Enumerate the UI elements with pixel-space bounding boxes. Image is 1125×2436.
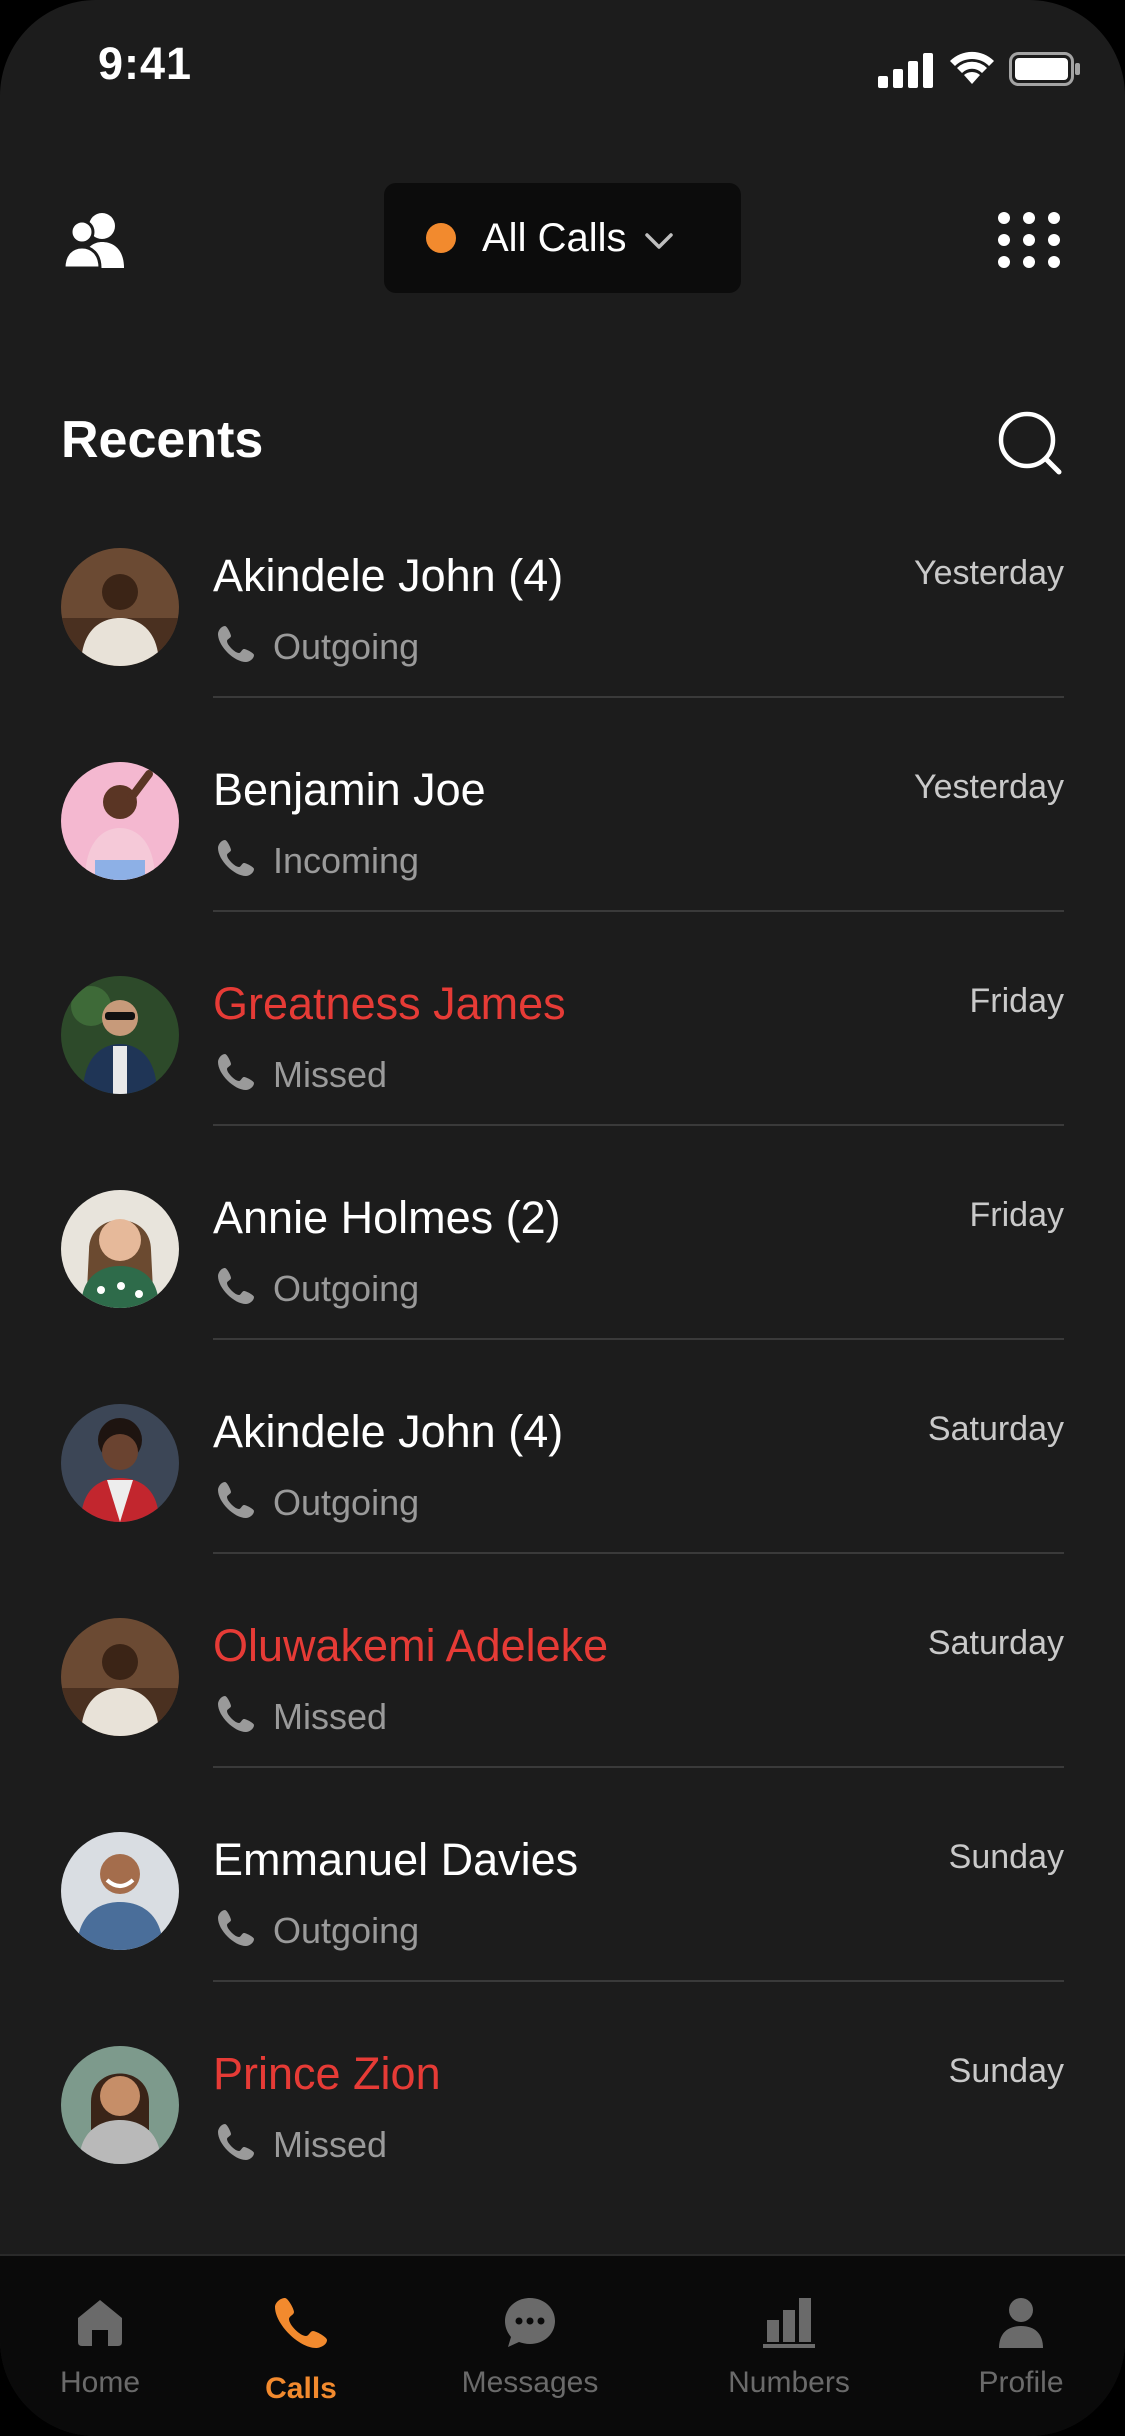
phone-icon <box>275 2298 327 2348</box>
call-time: Yesterday <box>914 768 1064 806</box>
dialpad-grid-icon[interactable] <box>996 210 1072 270</box>
chevron-down-icon <box>645 233 674 249</box>
call-type: Outgoing <box>273 1482 420 1523</box>
filter-status-dot <box>426 223 456 253</box>
call-type: Missed <box>273 1696 388 1737</box>
call-type: Outgoing <box>273 626 420 667</box>
call-time: Friday <box>969 982 1064 1020</box>
tab-numbers[interactable]: Numbers <box>699 2256 879 2406</box>
caller-name: Annie Holmes (2) <box>213 1192 561 1243</box>
tab-label: Numbers <box>728 2366 850 2399</box>
call-time: Friday <box>969 1196 1064 1234</box>
row-divider <box>213 1552 1064 1554</box>
call-row[interactable]: Prince Zion Sunday Missed <box>0 2046 1125 2260</box>
signal-icon <box>878 53 933 88</box>
search-icon[interactable] <box>997 410 1063 476</box>
call-row[interactable]: Akindele John (4) Yesterday Outgoing <box>0 548 1125 762</box>
battery-icon <box>1009 52 1080 86</box>
recents-title: Recents <box>61 411 264 469</box>
caller-name: Benjamin Joe <box>213 764 486 815</box>
caller-name: Akindele John (4) <box>213 550 564 601</box>
caller-name: Prince Zion <box>213 2048 441 2099</box>
call-time: Yesterday <box>914 554 1064 592</box>
row-divider <box>213 1980 1064 1982</box>
wifi-icon <box>950 51 994 84</box>
tab-messages[interactable]: Messages <box>440 2256 620 2406</box>
phone-icon <box>218 840 254 876</box>
row-divider <box>213 1766 1064 1768</box>
avatar <box>61 1618 179 1736</box>
tab-profile[interactable]: Profile <box>931 2256 1111 2406</box>
call-type: Outgoing <box>273 1910 420 1951</box>
call-row[interactable]: Emmanuel Davies Sunday Outgoing <box>0 1832 1125 2046</box>
person-icon <box>999 2298 1043 2348</box>
bar-chart-icon <box>763 2298 815 2348</box>
call-row[interactable]: Benjamin Joe Yesterday Incoming <box>0 762 1125 976</box>
call-row[interactable]: Akindele John (4) Saturday Outgoing <box>0 1404 1125 1618</box>
call-filter-dropdown[interactable]: All Calls <box>384 183 741 293</box>
tab-bar: Home Calls Messages Numbers Profile <box>0 2254 1125 2436</box>
avatar <box>61 976 179 1094</box>
tab-home[interactable]: Home <box>10 2256 190 2406</box>
filter-label: All Calls <box>482 215 627 260</box>
row-divider <box>213 1124 1064 1126</box>
contacts-icon[interactable] <box>62 210 128 270</box>
tab-label: Calls <box>265 2372 337 2405</box>
phone-icon <box>218 2124 254 2160</box>
call-row[interactable]: Annie Holmes (2) Friday Outgoing <box>0 1190 1125 1404</box>
call-row[interactable]: Greatness James Friday Missed <box>0 976 1125 1190</box>
call-type: Missed <box>273 1054 388 1095</box>
tab-label: Profile <box>978 2366 1064 2399</box>
tab-label: Messages <box>461 2366 599 2399</box>
call-type: Missed <box>273 2124 388 2165</box>
chat-bubble-icon <box>505 2298 555 2347</box>
call-time: Sunday <box>948 2052 1064 2090</box>
caller-name: Akindele John (4) <box>213 1406 564 1457</box>
phone-icon <box>218 1268 254 1304</box>
phone-screen: 9:41 All Calls Recents Akindele John (4)… <box>0 0 1125 2436</box>
caller-name: Emmanuel Davies <box>213 1834 579 1885</box>
home-icon <box>78 2300 122 2346</box>
row-divider <box>213 910 1064 912</box>
call-time: Saturday <box>927 1624 1064 1662</box>
avatar <box>61 762 179 880</box>
caller-name: Greatness James <box>213 978 566 1029</box>
row-divider <box>213 1338 1064 1340</box>
status-time: 9:41 <box>98 38 193 89</box>
phone-icon <box>218 626 254 662</box>
phone-icon <box>218 1696 254 1732</box>
call-type: Incoming <box>273 840 420 881</box>
tab-label: Home <box>59 2366 141 2399</box>
call-time: Sunday <box>948 1838 1064 1876</box>
phone-icon <box>218 1482 254 1518</box>
row-divider <box>213 696 1064 698</box>
call-type: Outgoing <box>273 1268 420 1309</box>
avatar <box>61 2046 179 2164</box>
avatar <box>61 548 179 666</box>
call-time: Saturday <box>927 1410 1064 1448</box>
avatar <box>61 1190 179 1308</box>
call-row[interactable]: Oluwakemi Adeleke Saturday Missed <box>0 1618 1125 1832</box>
phone-icon <box>218 1054 254 1090</box>
avatar <box>61 1832 179 1950</box>
tab-calls[interactable]: Calls <box>211 2256 391 2406</box>
phone-icon <box>218 1910 254 1946</box>
caller-name: Oluwakemi Adeleke <box>213 1620 609 1671</box>
avatar <box>61 1404 179 1522</box>
